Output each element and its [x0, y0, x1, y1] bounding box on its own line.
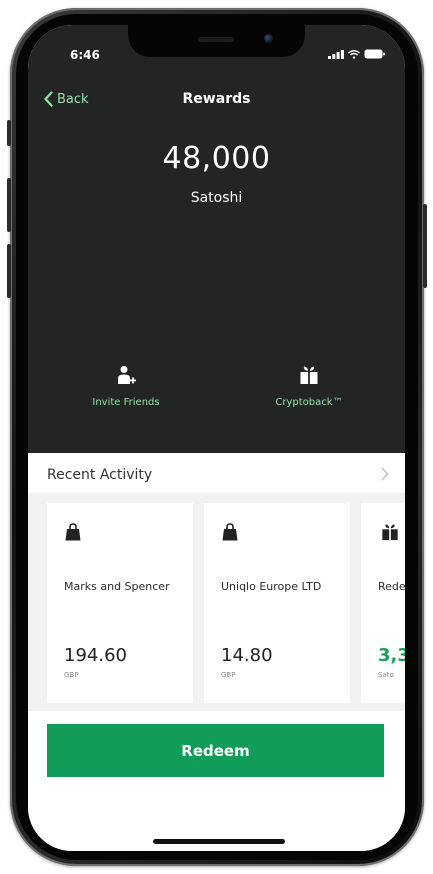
bottom-area: Redeem [28, 711, 405, 851]
status-icons [328, 49, 385, 59]
balance-amount: 48,000 [162, 141, 271, 176]
recent-activity-list[interactable]: Marks and Spencer 194.60 GBP Uniqlo Euro… [28, 493, 405, 711]
activity-card[interactable]: Rede 3,3 Sato [361, 503, 405, 703]
wifi-icon [348, 49, 360, 59]
merchant-name: Uniqlo Europe LTD [221, 580, 322, 593]
activity-value: 3,3 [378, 645, 405, 666]
battery-icon [364, 49, 385, 59]
power-button [423, 204, 427, 288]
camera-icon [264, 34, 273, 43]
signal-icon [328, 49, 344, 59]
mute-switch [7, 120, 11, 146]
invite-friends-label: Invite Friends [92, 397, 160, 408]
phone-screen: 6:46 Back Rewards 48,000 Satoshi Invite … [28, 25, 405, 851]
recent-activity-title: Recent Activity [47, 467, 153, 483]
activity-currency: GBP [221, 671, 236, 679]
volume-down-button [7, 244, 11, 298]
speaker-grille [198, 37, 234, 42]
home-indicator[interactable] [153, 839, 285, 844]
page-title: Rewards [182, 91, 251, 107]
cryptoback-button[interactable]: Cryptoback™ [244, 365, 374, 408]
balance-unit: Satoshi [190, 190, 243, 206]
activity-card[interactable]: Marks and Spencer 194.60 GBP [47, 503, 193, 703]
activity-value: 194.60 [64, 645, 127, 666]
shopping-bag-icon [222, 523, 238, 541]
activity-currency: GBP [64, 671, 79, 679]
notch [128, 25, 305, 57]
chevron-right-icon [381, 467, 389, 481]
rewards-header: 6:46 Back Rewards 48,000 Satoshi Invite … [28, 25, 405, 453]
activity-value: 14.80 [221, 645, 273, 666]
gift-icon [300, 366, 318, 384]
activity-card[interactable]: Uniqlo Europe LTD 14.80 GBP [204, 503, 350, 703]
status-time: 6:46 [70, 48, 100, 62]
merchant-name: Rede [378, 580, 405, 593]
merchant-name: Marks and Spencer [64, 580, 170, 593]
cryptoback-label: Cryptoback™ [275, 397, 343, 408]
redeem-button[interactable]: Redeem [47, 724, 384, 777]
gift-icon [382, 524, 398, 541]
shopping-bag-icon [65, 523, 81, 541]
add-user-icon [118, 366, 136, 384]
activity-currency: Sato [378, 671, 394, 679]
volume-up-button [7, 178, 11, 232]
invite-friends-button[interactable]: Invite Friends [61, 365, 191, 408]
